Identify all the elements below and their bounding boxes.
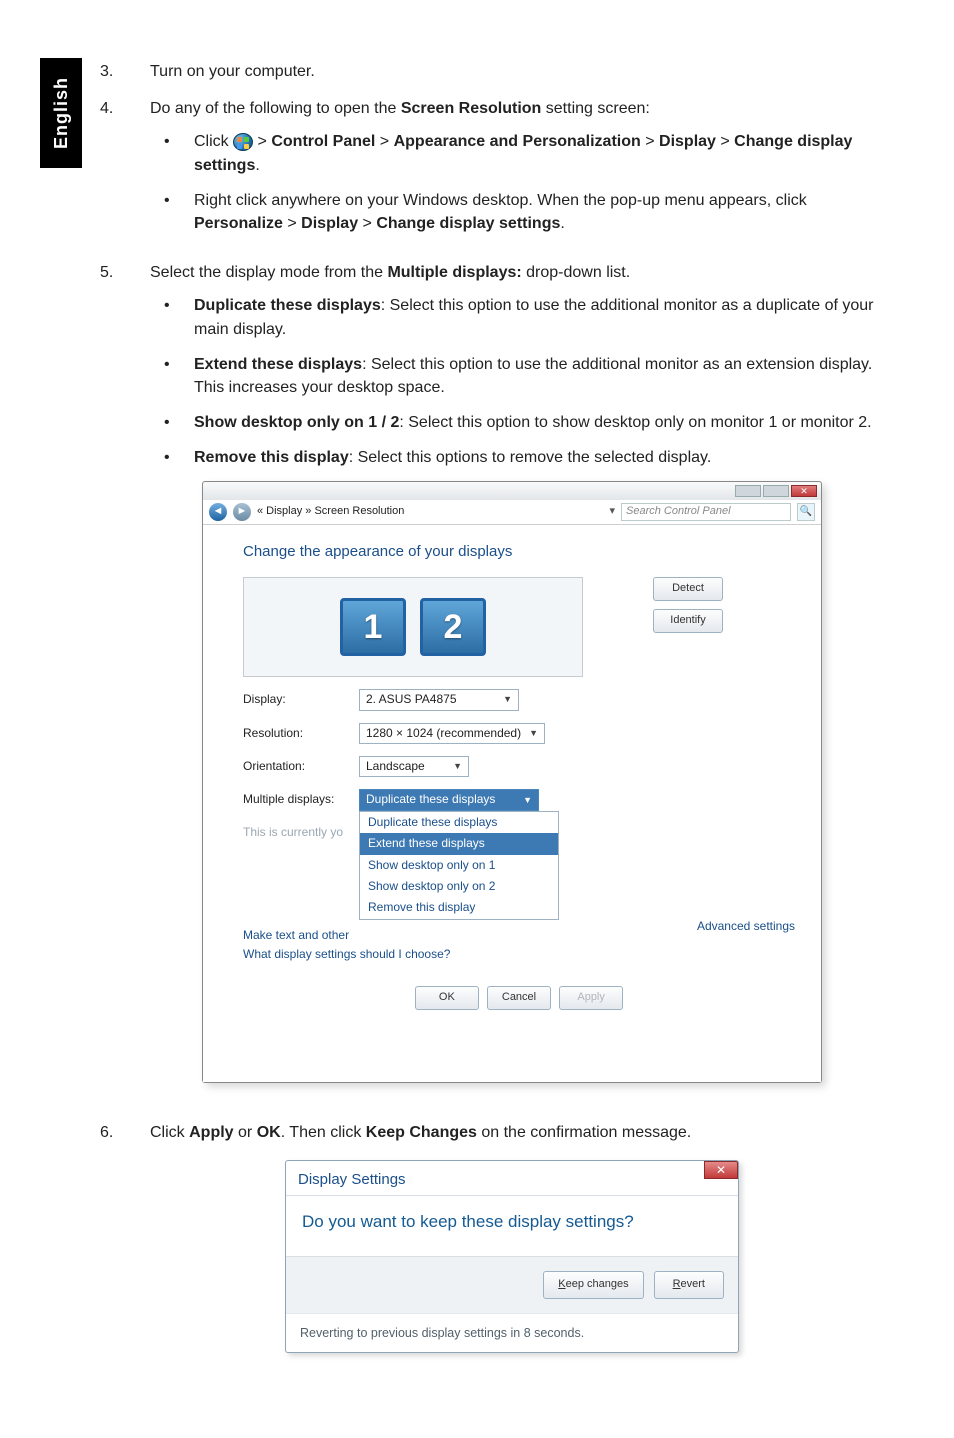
back-button[interactable]: ◄: [209, 503, 227, 521]
bullet-dot: •: [150, 353, 194, 399]
step-5: 5. Select the display mode from the Mult…: [100, 261, 874, 1107]
bullet-start-menu-path: • Click > Control Panel > Appearance and…: [150, 130, 874, 176]
chevron-down-icon: ▼: [453, 760, 462, 773]
label-display: Display:: [243, 691, 359, 708]
monitor-1-icon[interactable]: 1: [340, 598, 406, 656]
display-select[interactable]: 2. ASUS PA4875▼: [359, 689, 519, 710]
search-input[interactable]: Search Control Panel: [621, 503, 791, 521]
display-settings-dialog: Display Settings ✕ Do you want to keep t…: [285, 1160, 739, 1353]
keep-changes-button[interactable]: Keep changes: [543, 1271, 643, 1299]
search-icon[interactable]: 🔍: [797, 503, 815, 521]
monitor-arrangement[interactable]: 1 2: [243, 577, 583, 677]
bullet-dot: •: [150, 411, 194, 434]
start-icon: [233, 133, 253, 151]
row-multiple-displays: Multiple displays: Duplicate these displ…: [243, 789, 795, 810]
language-tab: English: [40, 58, 82, 168]
bullet-dot: •: [150, 294, 194, 340]
resolution-select[interactable]: 1280 × 1024 (recommended)▼: [359, 723, 545, 744]
label-orientation: Orientation:: [243, 758, 359, 775]
chevron-down-icon: ▼: [523, 794, 532, 807]
link-what-settings[interactable]: What display settings should I choose?: [243, 946, 795, 963]
dialog-button-row: Keep changes Revert: [286, 1256, 738, 1313]
dropdown-item-remove[interactable]: Remove this display: [360, 897, 558, 918]
step-number: 4.: [100, 97, 150, 247]
bullet-duplicate: • Duplicate these displays: Select this …: [150, 294, 874, 340]
bullet-dot: •: [150, 446, 194, 469]
window-titlebar: ✕: [203, 482, 821, 500]
breadcrumb[interactable]: « Display » Screen Resolution: [257, 504, 601, 520]
orientation-select[interactable]: Landscape▼: [359, 756, 469, 777]
dialog-question: Do you want to keep these display settin…: [302, 1210, 722, 1235]
close-button[interactable]: ✕: [791, 485, 817, 497]
bullet-dot: •: [150, 189, 194, 235]
dropdown-item-show1[interactable]: Show desktop only on 1: [360, 855, 558, 876]
identify-button[interactable]: Identify: [653, 609, 723, 633]
bullet-remove: • Remove this display: Select this optio…: [150, 446, 874, 469]
cancel-button[interactable]: Cancel: [487, 986, 551, 1010]
label-resolution: Resolution:: [243, 725, 359, 742]
link-advanced-settings[interactable]: Advanced settings: [697, 918, 795, 935]
monitor-2-icon[interactable]: 2: [420, 598, 486, 656]
dialog-countdown: Reverting to previous display settings i…: [286, 1313, 738, 1352]
ok-button[interactable]: OK: [415, 986, 479, 1010]
note-currently: This is currently yo: [243, 824, 795, 841]
label-multiple: Multiple displays:: [243, 791, 359, 808]
chevron-down-icon: ▼: [529, 727, 538, 740]
row-resolution: Resolution: 1280 × 1024 (recommended)▼: [243, 723, 795, 744]
address-bar: ◄ ► « Display » Screen Resolution ▾ Sear…: [203, 500, 821, 525]
step-number: 3.: [100, 60, 150, 83]
step-3: 3. Turn on your computer.: [100, 60, 874, 83]
bullet-text: Right click anywhere on your Windows des…: [194, 189, 874, 235]
bullet-extend: • Extend these displays: Select this opt…: [150, 353, 874, 399]
revert-button[interactable]: Revert: [654, 1271, 724, 1299]
step-number: 6.: [100, 1121, 150, 1370]
step-text: Do any of the following to open the Scre…: [150, 100, 650, 117]
forward-button[interactable]: ►: [233, 503, 251, 521]
apply-button[interactable]: Apply: [559, 986, 623, 1010]
bullet-text: Click > Control Panel > Appearance and P…: [194, 130, 874, 176]
dropdown-item-show2[interactable]: Show desktop only on 2: [360, 876, 558, 897]
step-4: 4. Do any of the following to open the S…: [100, 97, 874, 247]
multiple-displays-select[interactable]: Duplicate these displays▼: [359, 789, 539, 810]
detect-button[interactable]: Detect: [653, 577, 723, 601]
dialog-title: Display Settings: [298, 1169, 406, 1191]
bullet-dot: •: [150, 130, 194, 176]
step-text: Click Apply or OK. Then click Keep Chang…: [150, 1124, 691, 1141]
breadcrumb-caret-icon[interactable]: ▾: [609, 504, 615, 520]
language-label: English: [51, 77, 72, 149]
screen-resolution-window: ✕ ◄ ► « Display » Screen Resolution ▾ Se…: [202, 481, 822, 1082]
bullet-right-click: • Right click anywhere on your Windows d…: [150, 189, 874, 235]
step-text: Turn on your computer.: [150, 60, 874, 83]
maximize-button[interactable]: [763, 485, 789, 497]
step-6: 6. Click Apply or OK. Then click Keep Ch…: [100, 1121, 874, 1370]
dialog-button-row: OK Cancel Apply: [243, 986, 795, 1010]
row-orientation: Orientation: Landscape▼: [243, 756, 795, 777]
step-number: 5.: [100, 261, 150, 1107]
close-button[interactable]: ✕: [704, 1161, 738, 1179]
minimize-button[interactable]: [735, 485, 761, 497]
bullet-show-only: • Show desktop only on 1 / 2: Select thi…: [150, 411, 874, 434]
step-text: Select the display mode from the Multipl…: [150, 264, 630, 281]
page-heading: Change the appearance of your displays: [243, 541, 795, 563]
chevron-down-icon: ▼: [503, 693, 512, 706]
row-display: Display: 2. ASUS PA4875▼: [243, 689, 795, 710]
